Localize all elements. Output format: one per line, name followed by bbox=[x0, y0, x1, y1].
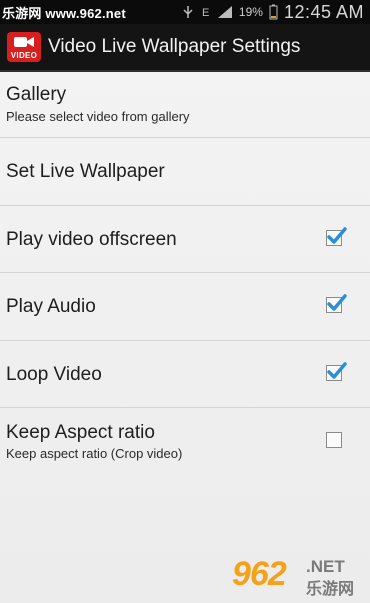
checkmark-icon bbox=[327, 294, 347, 311]
checkmark-icon bbox=[327, 227, 347, 244]
svg-text:E: E bbox=[202, 7, 209, 19]
camera-icon bbox=[14, 37, 34, 47]
pref-gallery[interactable]: Gallery Please select video from gallery bbox=[0, 72, 370, 138]
app-icon: VIDEO bbox=[7, 32, 41, 62]
watermark-text: 乐游网 www.962.net bbox=[2, 6, 126, 21]
logo-number: 962 bbox=[232, 555, 287, 593]
play-audio-checkbox[interactable] bbox=[326, 294, 347, 313]
status-icons: E 19% 12:45 AM bbox=[181, 0, 364, 24]
pref-keep-aspect[interactable]: Keep Aspect ratio Keep aspect ratio (Cro… bbox=[0, 408, 370, 476]
pref-play-audio-title: Play Audio bbox=[6, 296, 96, 317]
pref-keep-aspect-summary: Keep aspect ratio (Crop video) bbox=[6, 446, 183, 461]
keep-aspect-checkbox[interactable] bbox=[326, 432, 342, 448]
checkmark-icon bbox=[327, 362, 347, 379]
pref-play-offscreen[interactable]: Play video offscreen bbox=[0, 206, 370, 273]
data-icon: E bbox=[202, 7, 209, 19]
play-offscreen-checkbox[interactable] bbox=[326, 227, 347, 246]
pref-gallery-title: Gallery bbox=[6, 84, 67, 105]
pref-keep-aspect-title: Keep Aspect ratio bbox=[6, 422, 155, 443]
logo-net: .NET bbox=[306, 557, 345, 576]
page-title: Video Live Wallpaper Settings bbox=[48, 36, 301, 57]
pref-set-live-wallpaper[interactable]: Set Live Wallpaper bbox=[0, 138, 370, 206]
action-bar: VIDEO Video Live Wallpaper Settings bbox=[0, 24, 370, 72]
battery-percent: 19% bbox=[238, 5, 263, 19]
logo-cn: 乐游网 bbox=[306, 581, 355, 598]
pref-loop-video[interactable]: Loop Video bbox=[0, 341, 370, 408]
status-bar: 乐游网 www.962.net E 19% 12:45 AM bbox=[0, 0, 370, 24]
watermark-logo: 962 .NET 乐游网 bbox=[232, 555, 362, 598]
pref-play-audio[interactable]: Play Audio bbox=[0, 273, 370, 341]
status-time: 12:45 AM bbox=[283, 1, 364, 22]
signal-icon bbox=[217, 6, 232, 18]
usb-icon bbox=[183, 6, 193, 18]
preference-list: Gallery Please select video from gallery… bbox=[0, 72, 370, 603]
battery-icon bbox=[269, 4, 278, 20]
pref-gallery-summary: Please select video from gallery bbox=[6, 109, 190, 124]
app-icon-label: VIDEO bbox=[10, 51, 38, 60]
pref-loop-video-title: Loop Video bbox=[6, 364, 102, 385]
pref-set-live-wallpaper-title: Set Live Wallpaper bbox=[6, 161, 165, 182]
loop-video-checkbox[interactable] bbox=[326, 362, 347, 381]
pref-play-offscreen-title: Play video offscreen bbox=[6, 229, 177, 250]
